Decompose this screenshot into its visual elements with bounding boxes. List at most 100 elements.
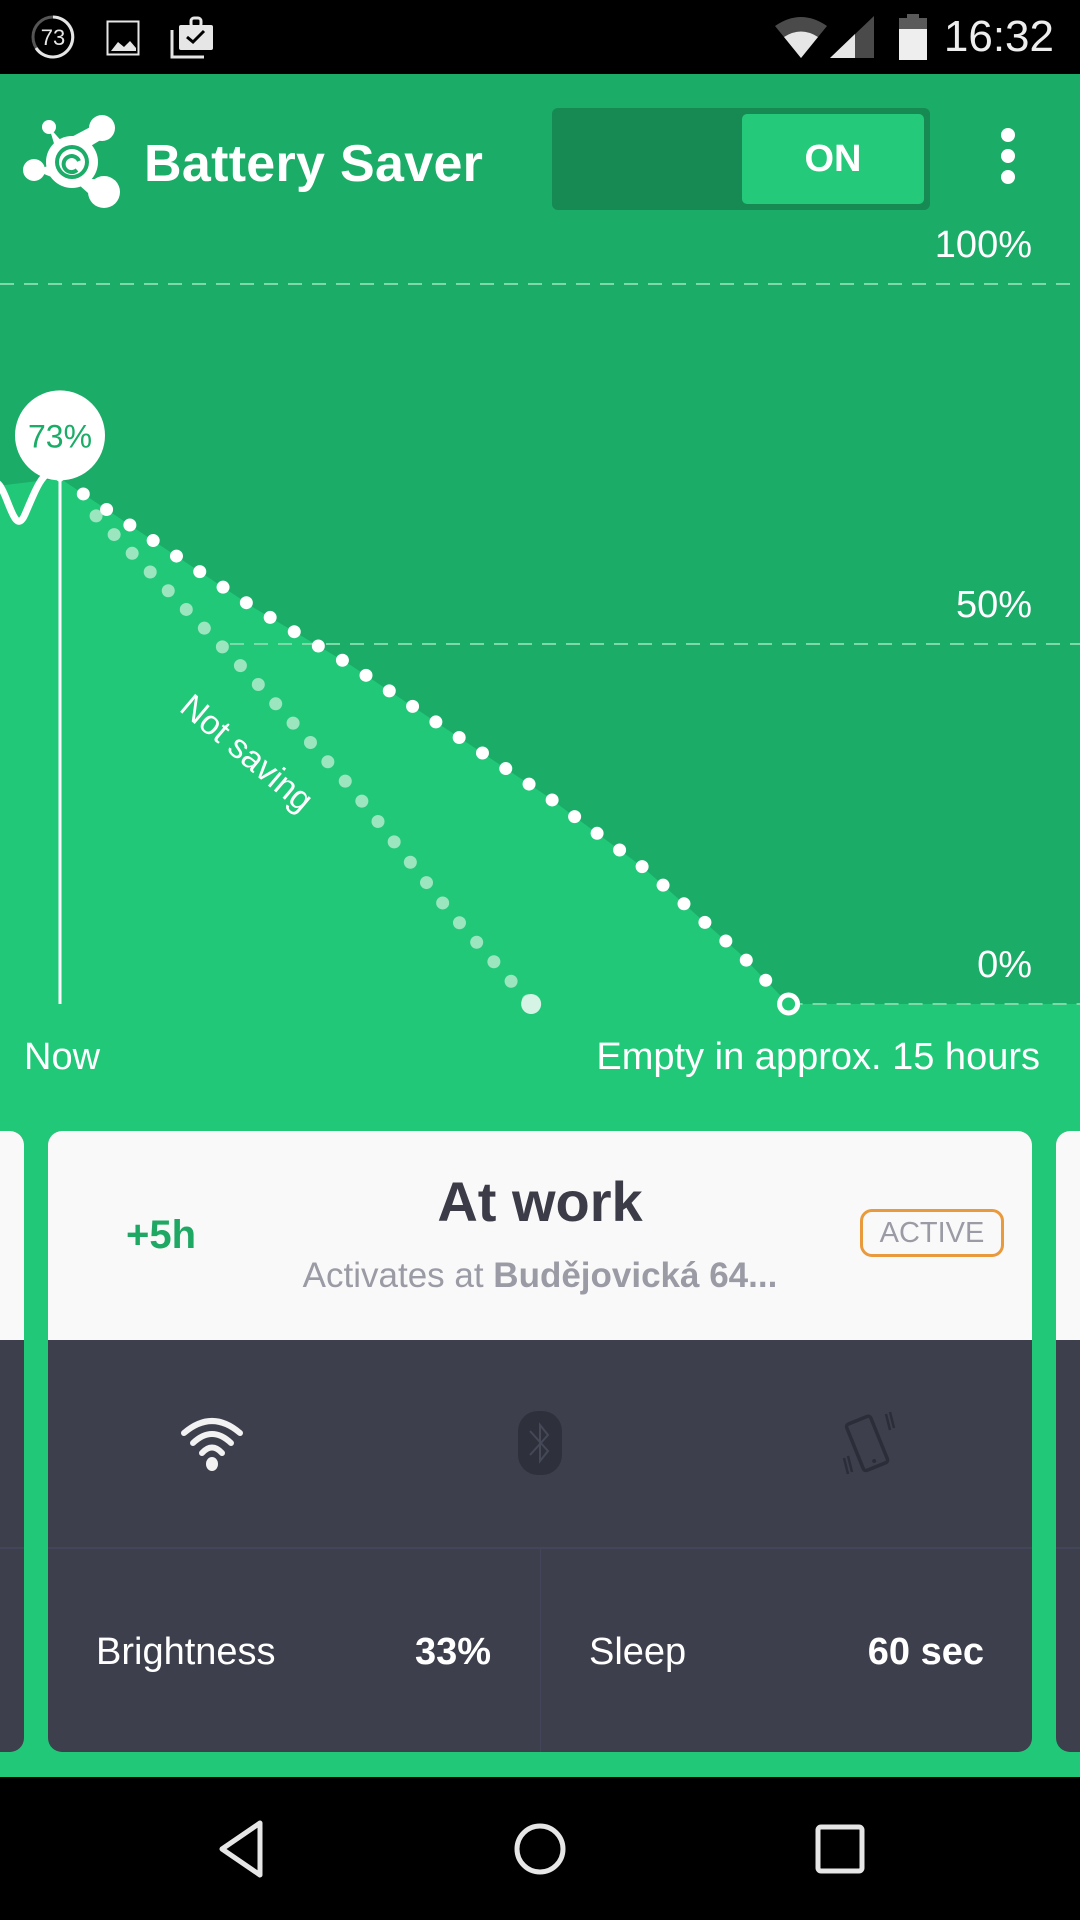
not-saving-dot — [215, 640, 229, 654]
home-button[interactable] — [470, 1777, 610, 1920]
saving-dot — [335, 653, 349, 667]
battery-icon — [898, 14, 928, 60]
saving-dot — [216, 580, 230, 594]
home-icon — [514, 1823, 566, 1874]
not-saving-dot — [161, 584, 175, 598]
app-content: 73% Not saving Battery Saver ON 100% 50%… — [0, 74, 1080, 1777]
saving-dot — [169, 549, 183, 563]
not-saving-dot — [355, 794, 369, 808]
saving-dot — [759, 973, 773, 987]
not-saving-dot — [197, 621, 211, 635]
profile-card[interactable]: +5h At work Activates at Budějovická 64.… — [48, 1131, 1032, 1752]
image-icon — [106, 20, 140, 56]
saving-dot — [452, 730, 466, 744]
saving-dot — [677, 897, 691, 911]
sleep-setting[interactable]: Sleep 60 sec — [541, 1549, 1032, 1752]
saving-dot — [146, 534, 160, 548]
saving-dot — [123, 518, 137, 532]
saving-dot — [656, 878, 670, 892]
saving-dot — [311, 639, 325, 653]
saving-dot — [522, 777, 536, 791]
battery-chart: 73% Not saving — [0, 74, 1080, 1134]
not-saving-dot — [233, 659, 247, 673]
not-saving-dot — [286, 716, 300, 730]
profile-subtitle: Activates at Budějovická 64... — [48, 1256, 1032, 1296]
not-saving-dot — [452, 916, 466, 930]
clock: 16:32 — [943, 12, 1054, 61]
empty-point-marker — [777, 992, 801, 1016]
not-saving-dot — [338, 774, 352, 788]
not-saving-dot — [269, 697, 283, 711]
vibrate-toggle[interactable] — [704, 1340, 1032, 1546]
saving-dot — [613, 843, 627, 857]
saving-dot — [475, 746, 489, 760]
not-saving-dot — [371, 814, 385, 828]
settings-row: Brightness 33% Sleep 60 sec — [48, 1547, 1032, 1752]
profile-card-header: +5h At work Activates at Budějovická 64.… — [48, 1131, 1032, 1340]
saving-dot — [590, 826, 604, 840]
not-saving-dot — [251, 677, 265, 691]
recents-icon — [815, 1824, 865, 1873]
saving-dot — [359, 668, 373, 682]
vibrate-icon — [842, 1411, 896, 1475]
saving-dot — [568, 810, 582, 824]
brightness-label: Brightness — [96, 1631, 276, 1673]
subtitle-location: Budějovická 64... — [493, 1256, 778, 1295]
not-saving-dot — [179, 602, 193, 616]
y-tick-0: 0% — [977, 944, 1032, 986]
more-vert-icon — [1001, 128, 1015, 142]
not-saving-end-marker — [521, 994, 542, 1014]
back-icon — [219, 1820, 263, 1877]
saving-dot — [76, 487, 90, 501]
avast-logo-icon — [22, 110, 122, 210]
saving-dot — [100, 502, 114, 516]
toggle-knob[interactable]: ON — [742, 114, 924, 204]
not-saving-dot — [107, 528, 121, 542]
toggle-icons-row — [48, 1340, 1032, 1546]
status-bar: 73 16:32 — [0, 0, 1080, 74]
not-saving-dot — [125, 546, 139, 560]
y-tick-50: 50% — [955, 584, 1032, 626]
x-label-now: Now — [24, 1036, 101, 1078]
wifi-icon — [181, 1418, 243, 1471]
current-level-label: 73% — [28, 418, 92, 454]
status-badge: ACTIVE — [860, 1209, 1004, 1257]
not-saving-dot — [470, 935, 484, 949]
saving-dot — [429, 715, 443, 729]
not-saving-dot — [303, 735, 317, 749]
saving-dot — [499, 762, 513, 776]
saving-dot — [698, 915, 712, 929]
saving-dot — [239, 596, 253, 610]
saving-dot — [739, 953, 753, 967]
navigation-bar — [0, 1777, 1080, 1920]
not-saving-dot — [436, 896, 450, 910]
back-button[interactable] — [172, 1777, 312, 1920]
svg-text:73: 73 — [41, 25, 65, 50]
saving-dot — [263, 610, 277, 624]
not-saving-dot — [487, 955, 501, 969]
briefcase-check-icon — [170, 16, 216, 60]
more-options-button[interactable] — [990, 128, 1026, 184]
recents-button[interactable] — [770, 1777, 910, 1920]
more-vert-dot — [1001, 170, 1015, 184]
not-saving-dot — [321, 755, 335, 769]
battery-percent-notification-icon: 73 — [30, 14, 76, 60]
saving-dot — [382, 684, 396, 698]
brightness-value: 33% — [414, 1631, 491, 1673]
x-label-empty-estimate: Empty in approx. 15 hours — [596, 1036, 1040, 1078]
cell-signal-icon — [830, 16, 874, 58]
saving-dot — [635, 860, 649, 874]
sleep-label: Sleep — [589, 1631, 687, 1673]
saving-dot — [406, 699, 420, 713]
profile-card-next[interactable] — [1056, 1131, 1080, 1752]
sleep-value: 60 sec — [867, 1631, 984, 1673]
battery-saver-toggle[interactable]: ON — [552, 108, 930, 210]
profile-card-previous[interactable] — [0, 1131, 24, 1752]
bluetooth-toggle[interactable] — [376, 1340, 704, 1546]
not-saving-dot — [387, 835, 401, 849]
not-saving-dot — [419, 876, 433, 890]
not-saving-dot — [504, 974, 518, 988]
saving-dot — [545, 793, 559, 807]
brightness-setting[interactable]: Brightness 33% — [48, 1549, 539, 1752]
wifi-toggle[interactable] — [48, 1340, 376, 1546]
